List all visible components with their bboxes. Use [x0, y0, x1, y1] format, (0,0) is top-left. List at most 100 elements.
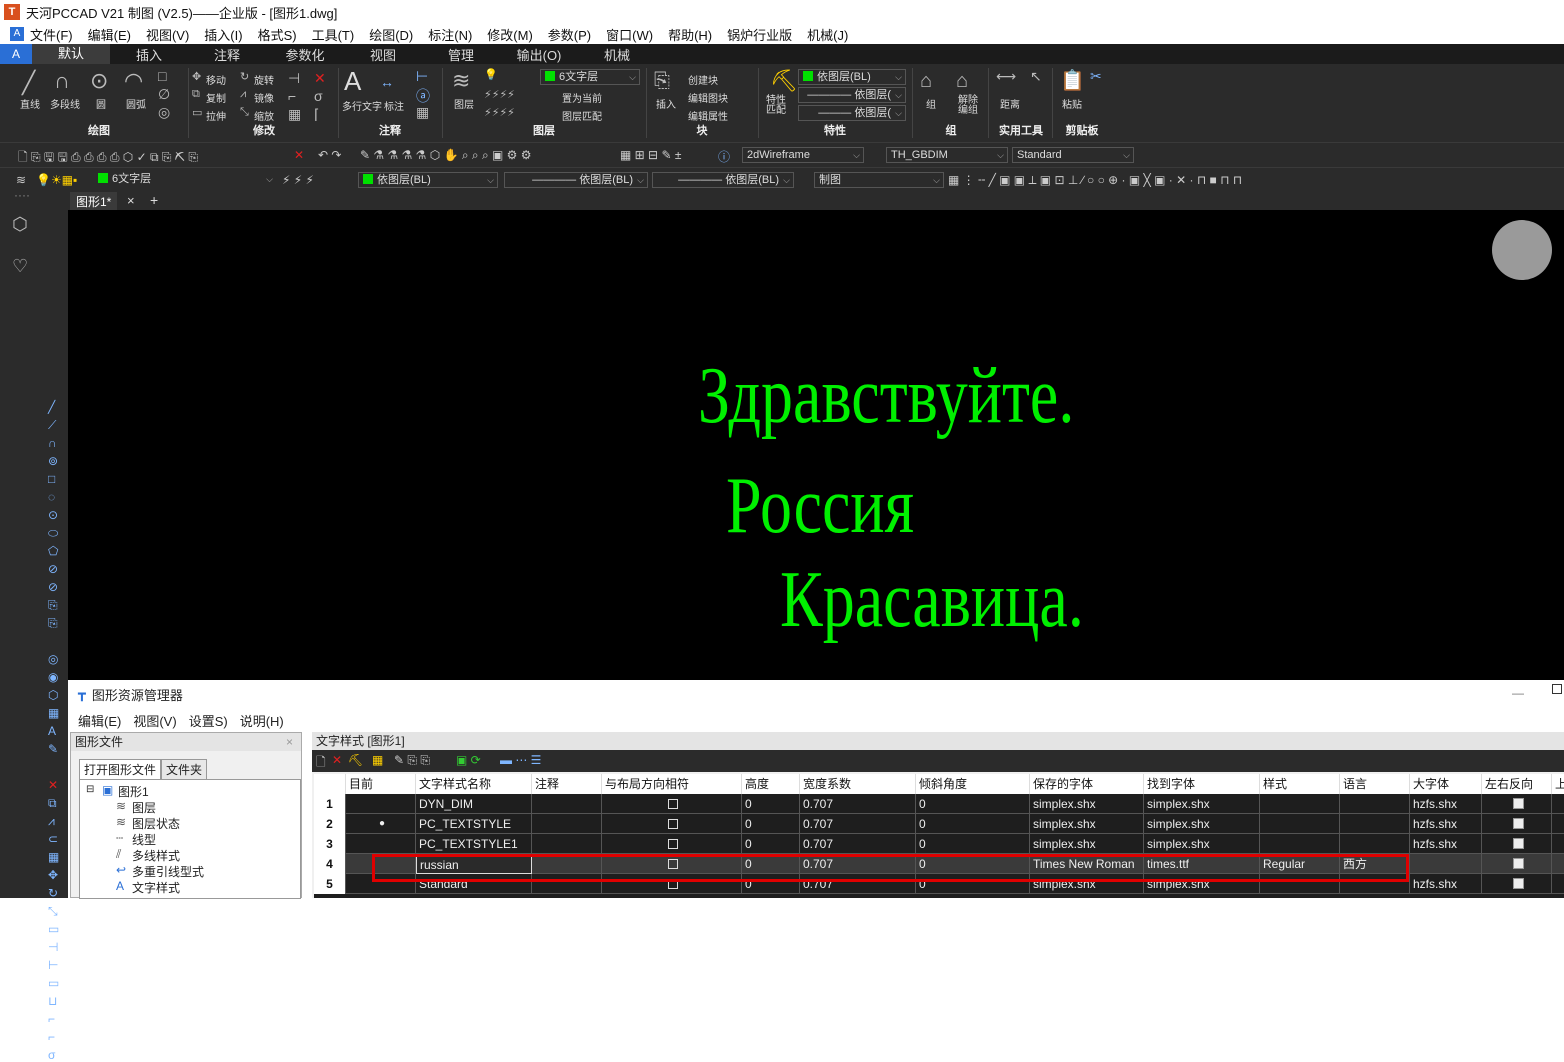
add-tab-icon[interactable]: + — [150, 192, 158, 208]
stretch-button[interactable]: 拉伸 — [206, 108, 226, 123]
layer-dropdown[interactable]: 6文字层 ⌵ — [540, 69, 640, 85]
col-header-annotative[interactable]: 注释 — [532, 774, 602, 794]
checkbox-icon[interactable] — [1512, 878, 1524, 889]
copy-button[interactable]: 复制 — [206, 90, 226, 105]
tree-item-mleader-styles[interactable]: 多重引线型式 — [132, 863, 204, 880]
tool-stretch-icon[interactable]: ▭ — [48, 922, 59, 936]
tool-scale-icon[interactable]: ⤡ — [48, 904, 58, 919]
cad-text-line-2[interactable]: Россия — [726, 466, 914, 546]
checkbox-icon[interactable] — [668, 839, 678, 849]
col-header-width-factor[interactable]: 宽度系数 — [800, 774, 916, 794]
tool-point-icon[interactable]: ⊘ — [48, 562, 58, 576]
offset-icon[interactable]: σ — [314, 88, 323, 104]
tool-arc-icon[interactable]: ∩ — [48, 436, 57, 450]
manager-menu-view[interactable]: 视图(V) — [133, 711, 176, 730]
tree-item-layers[interactable]: 图层 — [132, 799, 156, 816]
tool-cloud-icon[interactable]: ◌ — [48, 490, 55, 504]
close-icon[interactable]: ✕ — [294, 148, 304, 162]
manager-menu-help[interactable]: 说明(H) — [240, 711, 284, 730]
tool-block-icon[interactable]: ⎘ — [48, 598, 58, 613]
3d-box-icon[interactable]: ⬡ — [12, 214, 28, 235]
leader-icon[interactable]: ⊢ — [416, 68, 428, 85]
layer-tool-icon[interactable]: ⚡⚡⚡⚡ — [484, 88, 515, 101]
tool-hatch-icon[interactable]: ⊘ — [48, 580, 58, 594]
mtext-button[interactable]: 多行文字 — [342, 98, 382, 113]
move-button[interactable]: 移动 — [206, 72, 226, 87]
tab-mechanical[interactable]: 机械 — [578, 45, 656, 64]
new-file-icon[interactable]: 🗋 ⎘ 🖫 🖫 ⎙ ⎙ ⎙ ⎙ ⬡ ✓ ⧉ ⎘ ⛏ ⎘ — [18, 148, 198, 169]
tool-line-icon[interactable]: ╱ — [48, 400, 55, 414]
tool-polygon-icon[interactable]: ⬠ — [48, 544, 58, 558]
tool-spline-icon[interactable]: ⊙ — [48, 508, 58, 522]
dim-style-icon[interactable]: ⓐ — [416, 86, 430, 106]
tool-rect-icon[interactable]: □ — [48, 472, 55, 486]
refresh-icon[interactable]: ▣ ⟳ — [456, 753, 481, 767]
panel-close-icon[interactable]: × — [286, 733, 293, 751]
tool-fillet-icon[interactable]: ⌐ — [48, 1030, 55, 1044]
tab-manage[interactable]: 管理 — [422, 45, 500, 64]
drawing-canvas[interactable]: Здравствуйте. Россия Красавица. — [68, 210, 1564, 680]
manager-menu-settings[interactable]: 设置S) — [189, 711, 228, 730]
table-row[interactable]: 3 PC_TEXTSTYLE1 0 0.707 0 simplex.shx si… — [314, 834, 1564, 854]
properties-icon[interactable]: ▦ — [372, 753, 383, 767]
group-button[interactable]: 组 — [926, 96, 936, 111]
match-icon[interactable]: ✎ ⚗ ⚗ ⚗ ⚗ ⬡ ✋ ⌕ ⌕ ⌕ ▣ ⚙ ⚙ — [360, 148, 532, 163]
tool-wipeout-icon[interactable]: ⬡ — [48, 688, 58, 702]
layer-properties-button[interactable]: 图层 — [454, 96, 474, 111]
edit-attribute-button[interactable]: 编辑属性 — [688, 108, 728, 123]
tree-item-layer-states[interactable]: 图层状态 — [132, 815, 180, 832]
layer-tools-icon[interactable]: ⚡ ⚡ ⚡ — [282, 173, 314, 187]
create-block-button[interactable]: 创建块 — [688, 72, 718, 87]
tool-trim-icon[interactable]: ⊣ — [48, 940, 58, 954]
layer-manager-icon[interactable]: ≋ — [16, 173, 26, 187]
menu-draw[interactable]: 绘图(D) — [369, 25, 413, 44]
cut-icon[interactable]: ✂ — [1090, 68, 1102, 85]
lineweight-combo[interactable]: ———— 依图层(BL) ⌵ — [652, 172, 794, 188]
text-style-dropdown[interactable]: Standard ⌵ — [1012, 147, 1134, 163]
checkbox-icon[interactable] — [1512, 838, 1524, 849]
tool-array-icon[interactable]: ▦ — [48, 850, 59, 864]
menu-modify[interactable]: 修改(M) — [487, 25, 533, 44]
ribbon-app-icon[interactable]: A — [0, 44, 32, 64]
delete-style-icon[interactable]: ✕ — [332, 753, 342, 767]
region-icon[interactable]: ◎ — [158, 104, 170, 121]
menu-boiler[interactable]: 锅炉行业版 — [727, 25, 792, 44]
tree-root[interactable]: 图形1 — [118, 783, 149, 800]
col-header-upside-down[interactable]: 上 — [1552, 774, 1564, 794]
tab-folders[interactable]: 文件夹 — [161, 759, 208, 780]
dimension-button[interactable]: 标注 — [384, 98, 404, 113]
tree-item-text-styles[interactable]: 文字样式 — [132, 879, 180, 896]
menu-tools[interactable]: 工具(T) — [312, 25, 355, 44]
tool-insert-icon[interactable]: ⎘ — [48, 616, 58, 631]
menu-insert[interactable]: 插入(I) — [204, 25, 242, 44]
checkbox-icon[interactable] — [668, 799, 678, 809]
checkbox-icon[interactable] — [1512, 798, 1524, 809]
col-header-found-font[interactable]: 找到字体 — [1144, 774, 1260, 794]
select-icon[interactable]: ↖ — [1030, 68, 1042, 85]
tool-explode-icon[interactable]: σ — [48, 1048, 55, 1062]
layer-match-button[interactable]: 图层匹配 — [562, 108, 602, 123]
paste-button[interactable]: 粘贴 — [1062, 96, 1082, 111]
insert-block-button[interactable]: 插入 — [656, 96, 676, 111]
menu-dimension[interactable]: 标注(N) — [428, 25, 472, 44]
manager-menu-edit[interactable]: 编辑(E) — [78, 711, 121, 730]
tool-extend-icon[interactable]: ⊢ — [48, 958, 58, 972]
tab-output[interactable]: 输出(O) — [500, 45, 578, 64]
linetype-dropdown[interactable]: ———— 依图层(⌵ — [798, 87, 906, 103]
visual-style-dropdown[interactable]: 2dWireframe ⌵ — [742, 147, 864, 163]
arc-button[interactable]: 圆弧 — [126, 96, 146, 111]
edit-block-button[interactable]: 编辑图块 — [688, 90, 728, 105]
tool-copy-icon[interactable]: ⧉ — [48, 796, 57, 811]
tree-collapse-icon[interactable]: ⊟ — [86, 784, 94, 795]
menu-help[interactable]: 帮助(H) — [668, 25, 712, 44]
col-header-style[interactable]: 样式 — [1260, 774, 1340, 794]
explode-icon[interactable]: ⌈ — [314, 106, 319, 123]
tool-table-icon[interactable]: ▦ — [48, 706, 59, 720]
menu-format[interactable]: 格式S) — [258, 25, 297, 44]
view-list-icon[interactable]: ▬ ⋯ ☰ — [500, 753, 541, 767]
tree-item-mline-styles[interactable]: 多线样式 — [132, 847, 180, 864]
ungroup-button[interactable]: 解除编组 — [958, 96, 980, 116]
tool-erase-icon[interactable]: ✕ — [48, 778, 58, 792]
tool-move-icon[interactable]: ✥ — [48, 868, 58, 882]
app-menu-icon[interactable]: A — [10, 27, 24, 41]
